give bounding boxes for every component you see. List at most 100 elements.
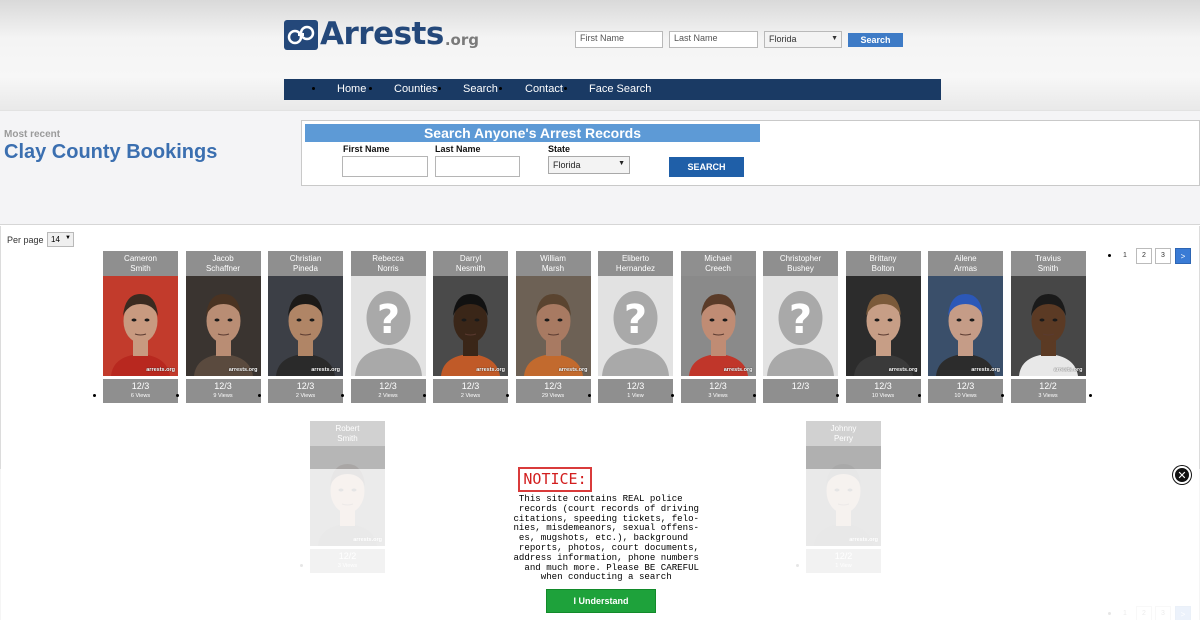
booking-card[interactable]: Brittany Bolton arrests.org 12/3 10 Views: [845, 251, 921, 403]
booking-footer: 12/2 3 Views: [1010, 379, 1086, 403]
last-name-field[interactable]: [435, 156, 520, 177]
watermark: arrests.org: [146, 367, 175, 373]
booking-last-name: Creech: [705, 264, 731, 273]
booking-card[interactable]: Darryl Nesmith arrests.org 12/3 2 Views: [433, 251, 508, 403]
last-name-label: Last Name: [435, 144, 481, 154]
booking-first-name: Brittany: [869, 254, 897, 263]
mugshot-photo[interactable]: arrests.org: [433, 276, 508, 376]
header-search-button[interactable]: Search: [848, 33, 903, 47]
watermark: arrests.org: [888, 367, 918, 373]
booking-footer: 12/3 10 Views: [928, 379, 1003, 403]
booking-name[interactable]: Eliberto Hernandez: [598, 251, 673, 276]
booking-last-name: Smith: [1037, 264, 1059, 273]
booking-name[interactable]: Darryl Nesmith: [433, 251, 508, 276]
booking-footer: 12/3 9 Views: [185, 379, 261, 403]
mugshot-photo[interactable]: arrests.org: [515, 276, 591, 376]
booking-name[interactable]: William Marsh: [515, 251, 591, 276]
booking-name[interactable]: Rebecca Norris: [350, 251, 426, 276]
notice-text: This site contains REAL police records (…: [508, 494, 748, 582]
booking-first-name: Johnny: [830, 424, 857, 433]
no-photo-placeholder-icon[interactable]: ?: [763, 276, 838, 376]
page-1[interactable]: 1: [1123, 248, 1133, 264]
nav-bullet: [312, 87, 315, 90]
search-panel-title: Search Anyone's Arrest Records: [305, 124, 760, 142]
header-last-name-input[interactable]: Last Name: [669, 31, 758, 48]
nav-counties[interactable]: Counties: [394, 79, 437, 100]
first-name-field[interactable]: [342, 156, 428, 177]
mugshot-photo[interactable]: arrests.org: [103, 276, 178, 376]
booking-name[interactable]: Travius Smith: [1010, 251, 1086, 276]
booking-first-name: Rebecca: [372, 254, 404, 263]
header-state-select[interactable]: Florida ▼: [764, 31, 842, 48]
booking-card[interactable]: Travius Smith arrests.org 12/2 3 Views: [1010, 251, 1086, 403]
logo-suffix: .org: [444, 31, 479, 49]
booking-first-name: Christopher: [779, 254, 822, 263]
booking-card[interactable]: Cameron Smith arrests.org 12/3 6 Views: [103, 251, 178, 403]
booking-name[interactable]: Michael Creech: [680, 251, 756, 276]
booking-card[interactable]: Christian Pineda arrests.org 12/3 2 Views: [268, 251, 343, 403]
booking-name[interactable]: Christopher Bushey: [763, 251, 838, 276]
booking-card[interactable]: Michael Creech arrests.org 12/3 3 Views: [680, 251, 756, 403]
page-3[interactable]: 3: [1155, 248, 1171, 264]
booking-card[interactable]: Christopher Bushey? 12/3: [763, 251, 838, 403]
state-select[interactable]: Florida ▼: [548, 156, 630, 174]
most-recent-label: Most recent: [4, 129, 61, 140]
no-photo-placeholder-icon[interactable]: ?: [598, 276, 673, 376]
booking-name[interactable]: Brittany Bolton: [845, 251, 921, 276]
list-bullet: [835, 394, 839, 397]
booking-last-name: Schaffner: [205, 264, 241, 273]
booking-card[interactable]: Rebecca Norris? 12/3 2 Views: [350, 251, 426, 403]
site-logo[interactable]: Arrests .org: [284, 18, 479, 50]
page-2[interactable]: 2: [1136, 248, 1152, 264]
search-button[interactable]: SEARCH: [669, 157, 744, 177]
booking-date: 12/3: [874, 381, 892, 391]
booking-name[interactable]: Jacob Schaffner: [185, 251, 261, 276]
chevron-down-icon: ▼: [831, 35, 838, 42]
booking-last-name: Perry: [833, 434, 854, 443]
booking-date: 12/3: [131, 381, 150, 391]
nav-home[interactable]: Home: [337, 79, 366, 100]
mugshot-photo[interactable]: arrests.org: [680, 276, 756, 376]
booking-card[interactable]: Eliberto Hernandez? 12/3 1 View: [598, 251, 673, 403]
next-page-button[interactable]: >: [1175, 248, 1191, 264]
booking-date: 12/3: [379, 381, 397, 391]
watermark: arrests.org: [476, 367, 505, 373]
mugshot-photo[interactable]: arrests.org: [1010, 276, 1086, 376]
booking-footer: 12/3 2 Views: [350, 379, 426, 403]
booking-last-name: Smith: [337, 434, 358, 443]
mugshot-photo[interactable]: arrests.org: [185, 276, 261, 376]
booking-footer: 12/3 2 Views: [433, 379, 508, 403]
mugshot-photo[interactable]: arrests.org: [268, 276, 343, 376]
booking-first-name: William: [540, 254, 566, 263]
i-understand-button[interactable]: I Understand: [546, 589, 656, 613]
nav-face-search[interactable]: Face Search: [589, 79, 651, 100]
booking-date: 12/3: [626, 381, 645, 391]
booking-last-name: Smith: [130, 264, 151, 273]
list-bullet: [423, 394, 426, 397]
mugshot-photo[interactable]: arrests.org: [928, 276, 1003, 376]
booking-name[interactable]: Robert Smith: [310, 421, 385, 446]
booking-first-name: Travius: [1035, 254, 1061, 263]
booking-name[interactable]: Christian Pineda: [268, 251, 343, 276]
nav-contact[interactable]: Contact: [525, 79, 563, 100]
per-page-select[interactable]: 14 ▼: [47, 232, 74, 247]
booking-footer: 12/3 1 View: [598, 379, 673, 403]
mugshot-photo[interactable]: arrests.org: [845, 276, 921, 376]
list-bullet: [753, 394, 756, 397]
booking-footer: 12/3 10 Views: [845, 379, 921, 403]
close-icon[interactable]: ✕: [1173, 466, 1191, 484]
no-photo-placeholder-icon[interactable]: ?: [350, 276, 426, 376]
booking-name[interactable]: Johnny Perry: [806, 421, 881, 446]
site-header: Arrests .org First Name Last Name Florid…: [0, 0, 1200, 110]
booking-card[interactable]: William Marsh arrests.org 12/3 29 Views: [515, 251, 591, 403]
per-page-label: Per page: [7, 235, 44, 245]
booking-name[interactable]: Ailene Armas: [928, 251, 1003, 276]
booking-card[interactable]: Jacob Schaffner arrests.org 12/3 9 Views: [185, 251, 261, 403]
header-first-name-input[interactable]: First Name: [575, 31, 663, 48]
nav-search[interactable]: Search: [463, 79, 498, 100]
booking-first-name: Christian: [289, 254, 322, 263]
booking-last-name: Pineda: [293, 264, 318, 273]
booking-card[interactable]: Ailene Armas arrests.org 12/3 10 Views: [928, 251, 1003, 403]
booking-name[interactable]: Cameron Smith: [103, 251, 178, 276]
booking-last-name: Norris: [377, 264, 399, 273]
